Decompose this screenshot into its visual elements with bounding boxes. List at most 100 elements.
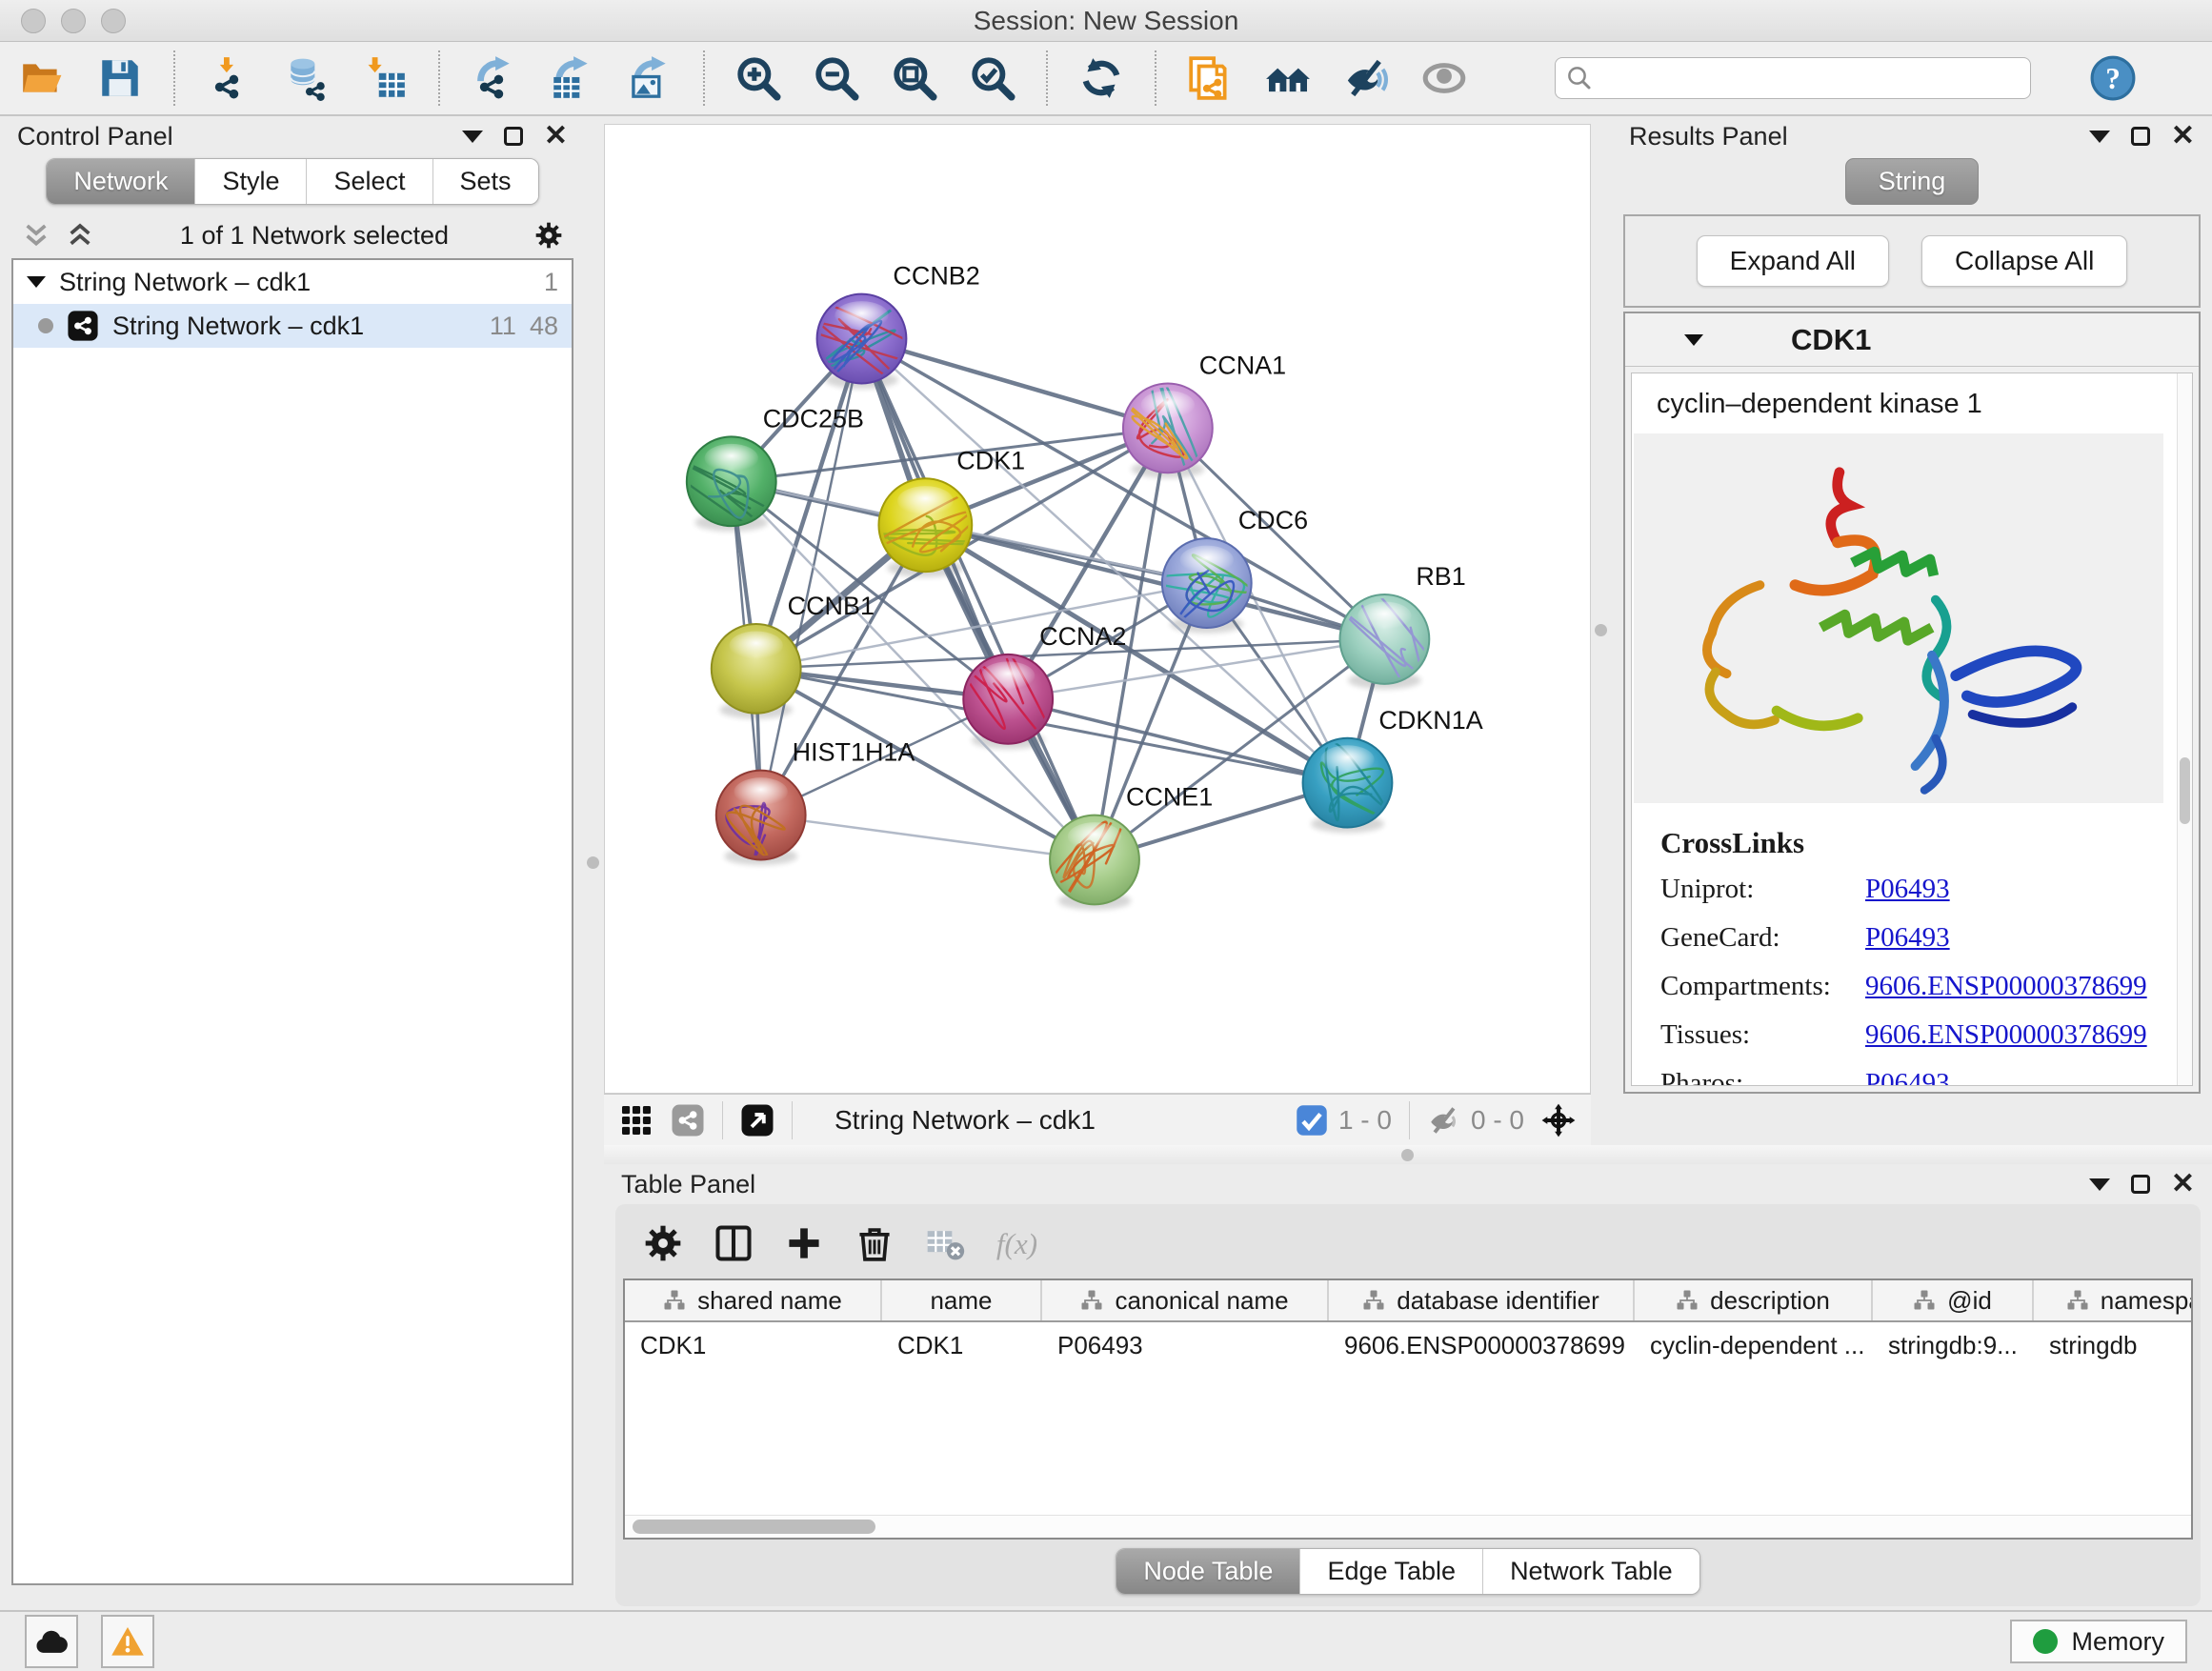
selected-checkbox-icon[interactable] [1295,1103,1329,1137]
horizontal-splitter[interactable] [604,1145,2212,1164]
maximize-panel-icon[interactable] [2131,127,2150,146]
splitter-handle[interactable] [1595,624,1607,636]
import-network-from-file-icon[interactable] [204,53,253,103]
delete-column-icon[interactable] [854,1222,895,1264]
tab-string[interactable]: String [1845,158,1980,205]
collapse-all-button[interactable]: Collapse All [1921,235,2127,287]
splitter-handle[interactable] [587,856,599,869]
tab-node-table[interactable]: Node Table [1116,1549,1299,1594]
gene-section-header[interactable]: CDK1 [1625,313,2199,367]
collection-label: String Network – cdk1 [59,268,311,297]
help-icon[interactable]: ? [2088,53,2138,103]
maximize-window-button[interactable] [101,9,126,33]
network-collection-row[interactable]: String Network – cdk1 1 [13,260,572,304]
tab-edge-table[interactable]: Edge Table [1299,1549,1482,1594]
export-image-icon[interactable] [625,53,674,103]
hide-graphics-details-icon[interactable] [1341,53,1391,103]
close-panel-icon[interactable]: ✕ [2171,1170,2195,1198]
zoom-in-icon[interactable] [734,53,783,103]
network-canvas[interactable]: CCNB2CCNA1CDC25BCDK1CDC6RB1CCNB1CCNA2CDK… [604,124,1591,1094]
import-table-icon[interactable] [360,53,410,103]
zoom-out-icon[interactable] [812,53,861,103]
tab-network[interactable]: Network [47,159,194,204]
column-header-canonical-name[interactable]: canonical name [1042,1280,1329,1320]
grid-view-icon[interactable] [619,1103,654,1137]
birds-eye-view-icon[interactable] [740,1103,774,1137]
tab-network-table[interactable]: Network Table [1482,1549,1699,1594]
splitter-handle[interactable] [1401,1149,1414,1161]
search-field[interactable] [1555,57,2031,99]
create-column-icon[interactable] [783,1222,825,1264]
section-expander-icon[interactable] [1684,334,1703,346]
column-header-database-identifier[interactable]: database identifier [1329,1280,1635,1320]
houses-icon[interactable] [1263,53,1313,103]
zoom-fit-icon[interactable] [890,53,939,103]
expand-all-button[interactable]: Expand All [1697,235,1889,287]
maximize-panel-icon[interactable] [504,127,523,146]
svg-text:?: ? [2105,62,2121,95]
gene-section: CDK1 cyclin–dependent kinase 1 [1623,312,2201,1094]
compartments-link[interactable]: 9606.ENSP00000378699 [1865,971,2147,1002]
table-options-gear-icon[interactable] [642,1222,684,1264]
network-icon [67,310,99,342]
table-horizontal-scrollbar[interactable] [625,1515,2191,1538]
results-scrollbar[interactable] [2177,373,2192,1085]
vertical-splitter-left[interactable] [583,116,604,1610]
vertical-splitter-right[interactable] [1591,116,1612,1145]
column-header-description[interactable]: description [1635,1280,1873,1320]
column-header-id[interactable]: @id [1873,1280,2034,1320]
search-input[interactable] [1594,58,2021,98]
tab-sets[interactable]: Sets [432,159,538,204]
tab-style[interactable]: Style [194,159,306,204]
column-scope-icon [2066,1289,2089,1312]
toolbar-separator [703,50,705,106]
collection-expander-icon[interactable] [27,276,46,288]
scrollbar-thumb[interactable] [633,1520,875,1534]
maximize-panel-icon[interactable] [2131,1175,2150,1194]
network-view-title: String Network – cdk1 [835,1105,1096,1136]
zoom-selected-icon[interactable] [968,53,1017,103]
close-panel-icon[interactable]: ✕ [544,122,568,151]
uniprot-link[interactable]: P06493 [1865,874,1950,905]
open-session-icon[interactable] [17,53,67,103]
column-header-shared-name[interactable]: shared name [625,1280,882,1320]
pharos-link[interactable]: P06493 [1865,1068,1950,1086]
network-view-mode-icon[interactable] [671,1103,705,1137]
import-network-from-database-icon[interactable] [282,53,332,103]
tissues-link[interactable]: 9606.ENSP00000378699 [1865,1019,2147,1051]
column-header-name[interactable]: name [882,1280,1042,1320]
minimize-window-button[interactable] [61,9,86,33]
tab-select[interactable]: Select [306,159,432,204]
memory-button[interactable]: Memory [2010,1620,2187,1663]
network-list: String Network – cdk1 1 String Network –… [11,258,573,1585]
close-window-button[interactable] [21,9,46,33]
status-bar: Memory [0,1610,2212,1671]
clone-network-icon[interactable] [1185,53,1235,103]
expand-all-networks-icon[interactable] [65,220,95,251]
close-panel-icon[interactable]: ✕ [2171,122,2195,151]
warnings-button[interactable] [101,1615,154,1668]
refresh-icon[interactable] [1076,53,1126,103]
network-options-gear-icon[interactable] [533,220,564,251]
column-header-namespace[interactable]: namespace [2034,1280,2193,1320]
node-label: HIST1H1A [793,738,915,767]
export-network-icon[interactable] [469,53,518,103]
network-edge-count: 48 [530,312,558,341]
column-scope-icon [1913,1289,1936,1312]
float-panel-icon[interactable] [2089,1178,2110,1191]
genecard-link[interactable]: P06493 [1865,922,1950,954]
export-table-icon[interactable] [547,53,596,103]
network-row[interactable]: String Network – cdk1 11 48 [13,304,572,348]
hidden-eye-icon[interactable] [1427,1103,1461,1137]
save-session-icon[interactable] [95,53,145,103]
float-panel-icon[interactable] [2089,131,2110,143]
collapse-all-networks-icon[interactable] [21,220,51,251]
float-panel-icon[interactable] [462,131,483,143]
delete-table-icon [924,1222,966,1264]
node-label: CCNA2 [1039,622,1126,651]
table-panel-header: Table Panel ✕ [615,1164,2201,1204]
fit-content-crosshair-icon[interactable] [1541,1103,1576,1137]
table-row[interactable]: CDK1 CDK1 P06493 9606.ENSP00000378699 cy… [625,1322,2191,1368]
cloud-button[interactable] [25,1615,78,1668]
show-columns-icon[interactable] [713,1222,754,1264]
